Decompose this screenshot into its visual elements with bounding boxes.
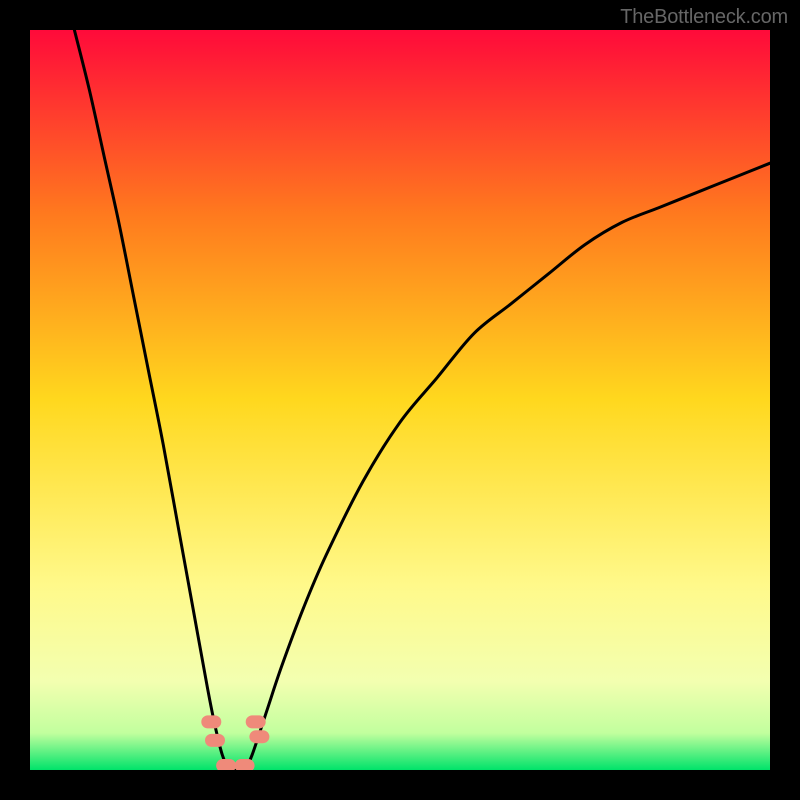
chart-svg (30, 30, 770, 770)
attribution-text: TheBottleneck.com (620, 6, 788, 29)
plot-area (30, 30, 770, 770)
marker-5 (235, 759, 255, 770)
chart-frame: TheBottleneck.com (0, 0, 800, 800)
marker-2 (246, 715, 266, 728)
gradient-background (30, 30, 770, 770)
marker-1 (205, 734, 225, 747)
marker-0 (201, 715, 221, 728)
marker-4 (216, 759, 236, 770)
marker-3 (249, 730, 269, 743)
